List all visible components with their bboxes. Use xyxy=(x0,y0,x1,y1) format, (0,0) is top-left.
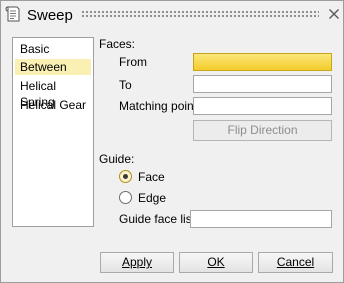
faces-heading: Faces: xyxy=(99,37,136,51)
category-list: Basic Between Helical Spring Helical Gea… xyxy=(12,37,94,227)
category-item-helical-gear[interactable]: Helical Gear xyxy=(15,97,91,113)
cancel-button[interactable]: Cancel xyxy=(258,252,333,273)
matching-point-label: Matching point xyxy=(119,99,198,113)
from-field[interactable] xyxy=(193,53,332,71)
category-item-between[interactable]: Between xyxy=(15,59,91,75)
flip-direction-button[interactable]: Flip Direction xyxy=(193,120,332,141)
category-label: Helical Gear xyxy=(20,98,87,112)
to-label: To xyxy=(119,78,132,92)
face-radio-label: Face xyxy=(138,170,165,184)
edge-radio-label: Edge xyxy=(138,191,167,205)
close-icon[interactable] xyxy=(328,8,340,20)
title-bar[interactable]: Sweep xyxy=(1,1,343,29)
matching-point-field[interactable] xyxy=(193,97,332,115)
sweep-dialog: Sweep Basic Between Helical Spring Helic… xyxy=(0,0,344,283)
apply-button[interactable]: Apply xyxy=(100,252,174,273)
ok-button-label: OK xyxy=(207,255,225,269)
category-label: Between xyxy=(20,60,67,74)
face-radio[interactable] xyxy=(119,170,132,183)
apply-button-label: Apply xyxy=(121,255,153,269)
guide-face-list-label: Guide face list xyxy=(119,212,196,226)
window-title: Sweep xyxy=(27,7,73,24)
drag-grip[interactable] xyxy=(81,10,319,19)
sweep-doc-icon xyxy=(5,6,20,22)
edge-radio[interactable] xyxy=(119,191,132,204)
ok-button[interactable]: OK xyxy=(179,252,253,273)
guide-heading: Guide: xyxy=(99,152,135,166)
category-item-basic[interactable]: Basic xyxy=(15,41,91,57)
cancel-button-label: Cancel xyxy=(276,255,315,269)
from-label: From xyxy=(119,55,147,69)
guide-face-list-field[interactable] xyxy=(190,210,332,228)
category-item-helical-spring[interactable]: Helical Spring xyxy=(15,78,91,109)
to-field[interactable] xyxy=(193,75,332,93)
category-label: Basic xyxy=(20,42,50,56)
